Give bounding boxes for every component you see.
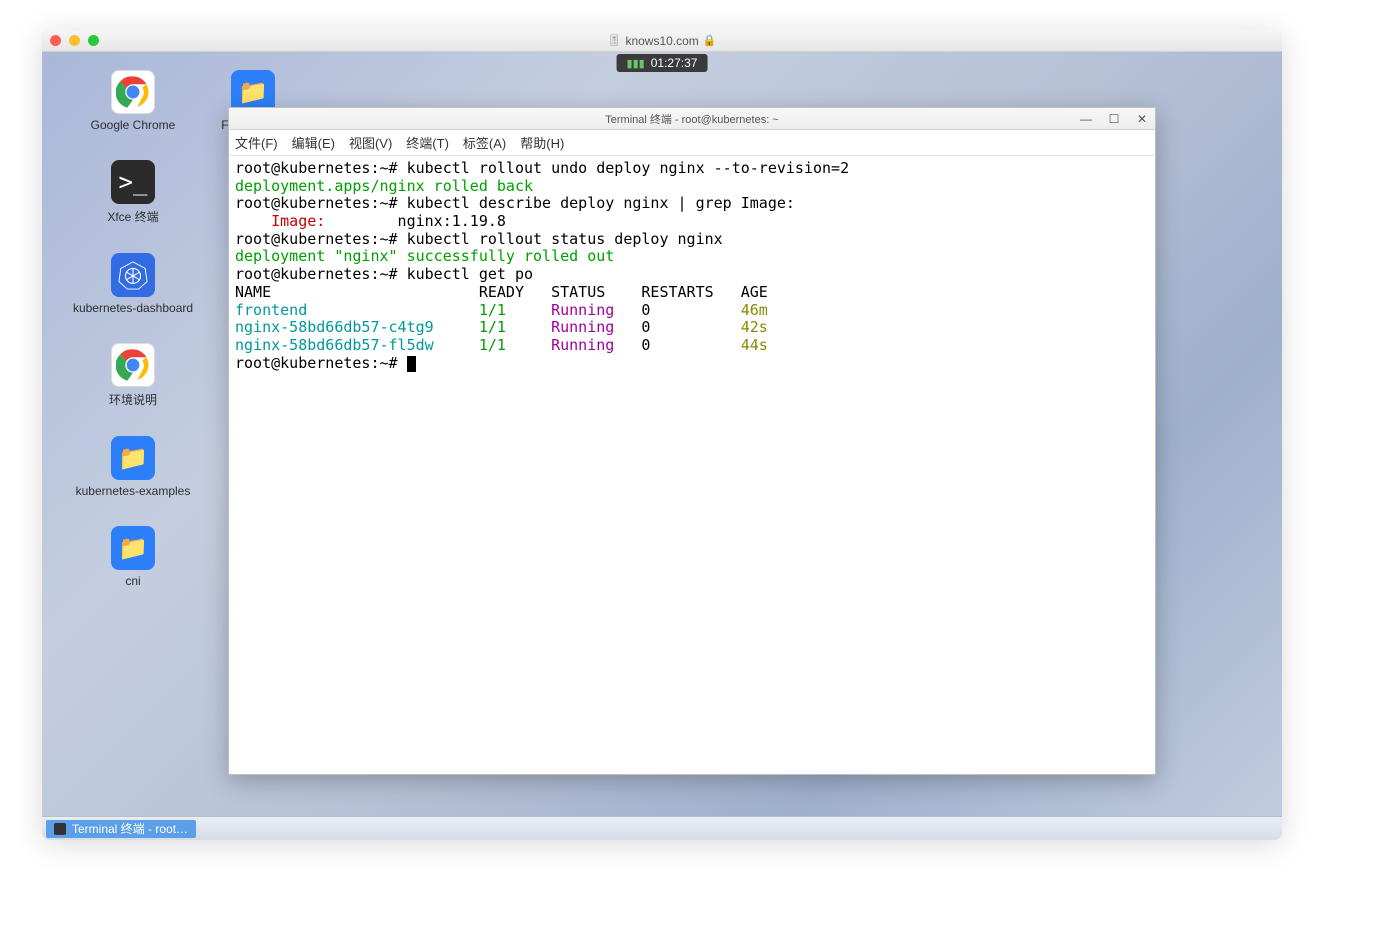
taskbar-item-terminal[interactable]: Terminal 终端 - root… xyxy=(46,820,196,838)
pod-name: nginx-58bd66db57-c4tg9 xyxy=(235,318,461,336)
chrome-icon xyxy=(111,70,155,114)
close-icon[interactable] xyxy=(50,35,61,46)
zoom-icon[interactable] xyxy=(88,35,99,46)
remote-desktop-viewport: 🎚 knows10.com 🔒 ▮▮▮ 01:27:37 Google Chro… xyxy=(42,30,1282,840)
menu-terminal[interactable]: 终端(T) xyxy=(406,133,449,152)
taskbar-item-label: Terminal 终端 - root… xyxy=(72,820,188,837)
table-header: NAME READY STATUS RESTARTS AGE xyxy=(235,283,768,301)
cmd: kubectl rollout status deploy nginx xyxy=(407,230,723,248)
prompt: root@kubernetes:~# xyxy=(235,354,407,372)
desktop-icon-k8s-dashboard[interactable]: kubernetes-dashboard xyxy=(58,253,208,315)
pod-status: Running xyxy=(533,336,614,354)
icon-label: 环境说明 xyxy=(58,391,208,408)
menu-help[interactable]: 帮助(H) xyxy=(520,133,564,152)
minimize-icon[interactable] xyxy=(69,35,80,46)
pod-name: nginx-58bd66db57-fl5dw xyxy=(235,336,461,354)
folder-icon: 📁 xyxy=(111,526,155,570)
prompt: root@kubernetes:~# xyxy=(235,194,407,212)
output-value: nginx:1.19.8 xyxy=(325,212,506,230)
icon-label: cni xyxy=(58,574,208,588)
prompt: root@kubernetes:~# xyxy=(235,265,407,283)
cursor-icon xyxy=(407,356,416,372)
terminal-icon xyxy=(54,823,66,835)
icon-label: kubernetes-dashboard xyxy=(58,301,208,315)
terminal-menubar: 文件(F) 编辑(E) 视图(V) 终端(T) 标签(A) 帮助(H) xyxy=(229,130,1155,156)
output-line: deployment "nginx" successfully rolled o… xyxy=(235,247,614,265)
pod-status: Running xyxy=(533,318,614,336)
session-timer: ▮▮▮ 01:27:37 xyxy=(617,54,708,72)
desktop-icon-k8s-examples[interactable]: 📁 kubernetes-examples xyxy=(58,436,208,498)
terminal-icon: >_ xyxy=(111,160,155,204)
menu-edit[interactable]: 编辑(E) xyxy=(292,133,335,152)
pod-restarts: 0 xyxy=(614,318,740,336)
tune-icon: 🎚 xyxy=(607,34,621,47)
icon-label: Xfce 终端 xyxy=(58,208,208,225)
pod-ready: 1/1 xyxy=(461,336,533,354)
close-icon[interactable]: ✕ xyxy=(1133,111,1151,127)
chrome-icon xyxy=(111,343,155,387)
pod-name: frontend xyxy=(235,301,461,319)
cmd: kubectl rollout undo deploy nginx --to-r… xyxy=(407,159,850,177)
maximize-icon[interactable]: ☐ xyxy=(1105,111,1123,127)
desktop-icon-env-notes[interactable]: 环境说明 xyxy=(58,343,208,408)
timer-value: 01:27:37 xyxy=(651,56,698,70)
lock-icon: 🔒 xyxy=(703,34,717,47)
pod-status: Running xyxy=(533,301,614,319)
desktop-icons: Google Chrome 📁 FileTransfer >_ Xfce 终端 … xyxy=(58,70,228,616)
menu-file[interactable]: 文件(F) xyxy=(235,133,278,152)
signal-icon: ▮▮▮ xyxy=(627,57,645,70)
pod-age: 46m xyxy=(741,301,768,319)
kubernetes-icon xyxy=(111,253,155,297)
pod-age: 44s xyxy=(741,336,768,354)
desktop-icon-cni[interactable]: 📁 cni xyxy=(58,526,208,588)
icon-label: kubernetes-examples xyxy=(58,484,208,498)
pod-ready: 1/1 xyxy=(461,318,533,336)
prompt: root@kubernetes:~# xyxy=(235,159,407,177)
terminal-title: Terminal 终端 - root@kubernetes: ~ xyxy=(229,111,1155,127)
output-label: Image: xyxy=(235,212,325,230)
menu-view[interactable]: 视图(V) xyxy=(349,133,392,152)
cmd: kubectl describe deploy nginx | grep Ima… xyxy=(407,194,795,212)
folder-icon: 📁 xyxy=(111,436,155,480)
browser-titlebar: 🎚 knows10.com 🔒 xyxy=(42,30,1282,52)
output-line: deployment.apps/nginx rolled back xyxy=(235,177,533,195)
menu-tabs[interactable]: 标签(A) xyxy=(463,133,506,152)
taskbar: Terminal 终端 - root… xyxy=(42,816,1282,840)
terminal-body[interactable]: root@kubernetes:~# kubectl rollout undo … xyxy=(229,156,1155,774)
pod-age: 42s xyxy=(741,318,768,336)
terminal-titlebar[interactable]: Terminal 终端 - root@kubernetes: ~ — ☐ ✕ xyxy=(229,108,1155,130)
pod-ready: 1/1 xyxy=(461,301,533,319)
prompt: root@kubernetes:~# xyxy=(235,230,407,248)
desktop-icon-xfce-terminal[interactable]: >_ Xfce 终端 xyxy=(58,160,208,225)
window-controls: — ☐ ✕ xyxy=(1077,108,1151,130)
minimize-icon[interactable]: — xyxy=(1077,111,1095,127)
url-text: knows10.com xyxy=(625,34,698,48)
address-bar: 🎚 knows10.com 🔒 xyxy=(42,30,1282,52)
pod-restarts: 0 xyxy=(614,301,740,319)
terminal-window: Terminal 终端 - root@kubernetes: ~ — ☐ ✕ 文… xyxy=(228,107,1156,775)
pod-restarts: 0 xyxy=(614,336,740,354)
cmd: kubectl get po xyxy=(407,265,533,283)
traffic-lights xyxy=(50,35,99,46)
